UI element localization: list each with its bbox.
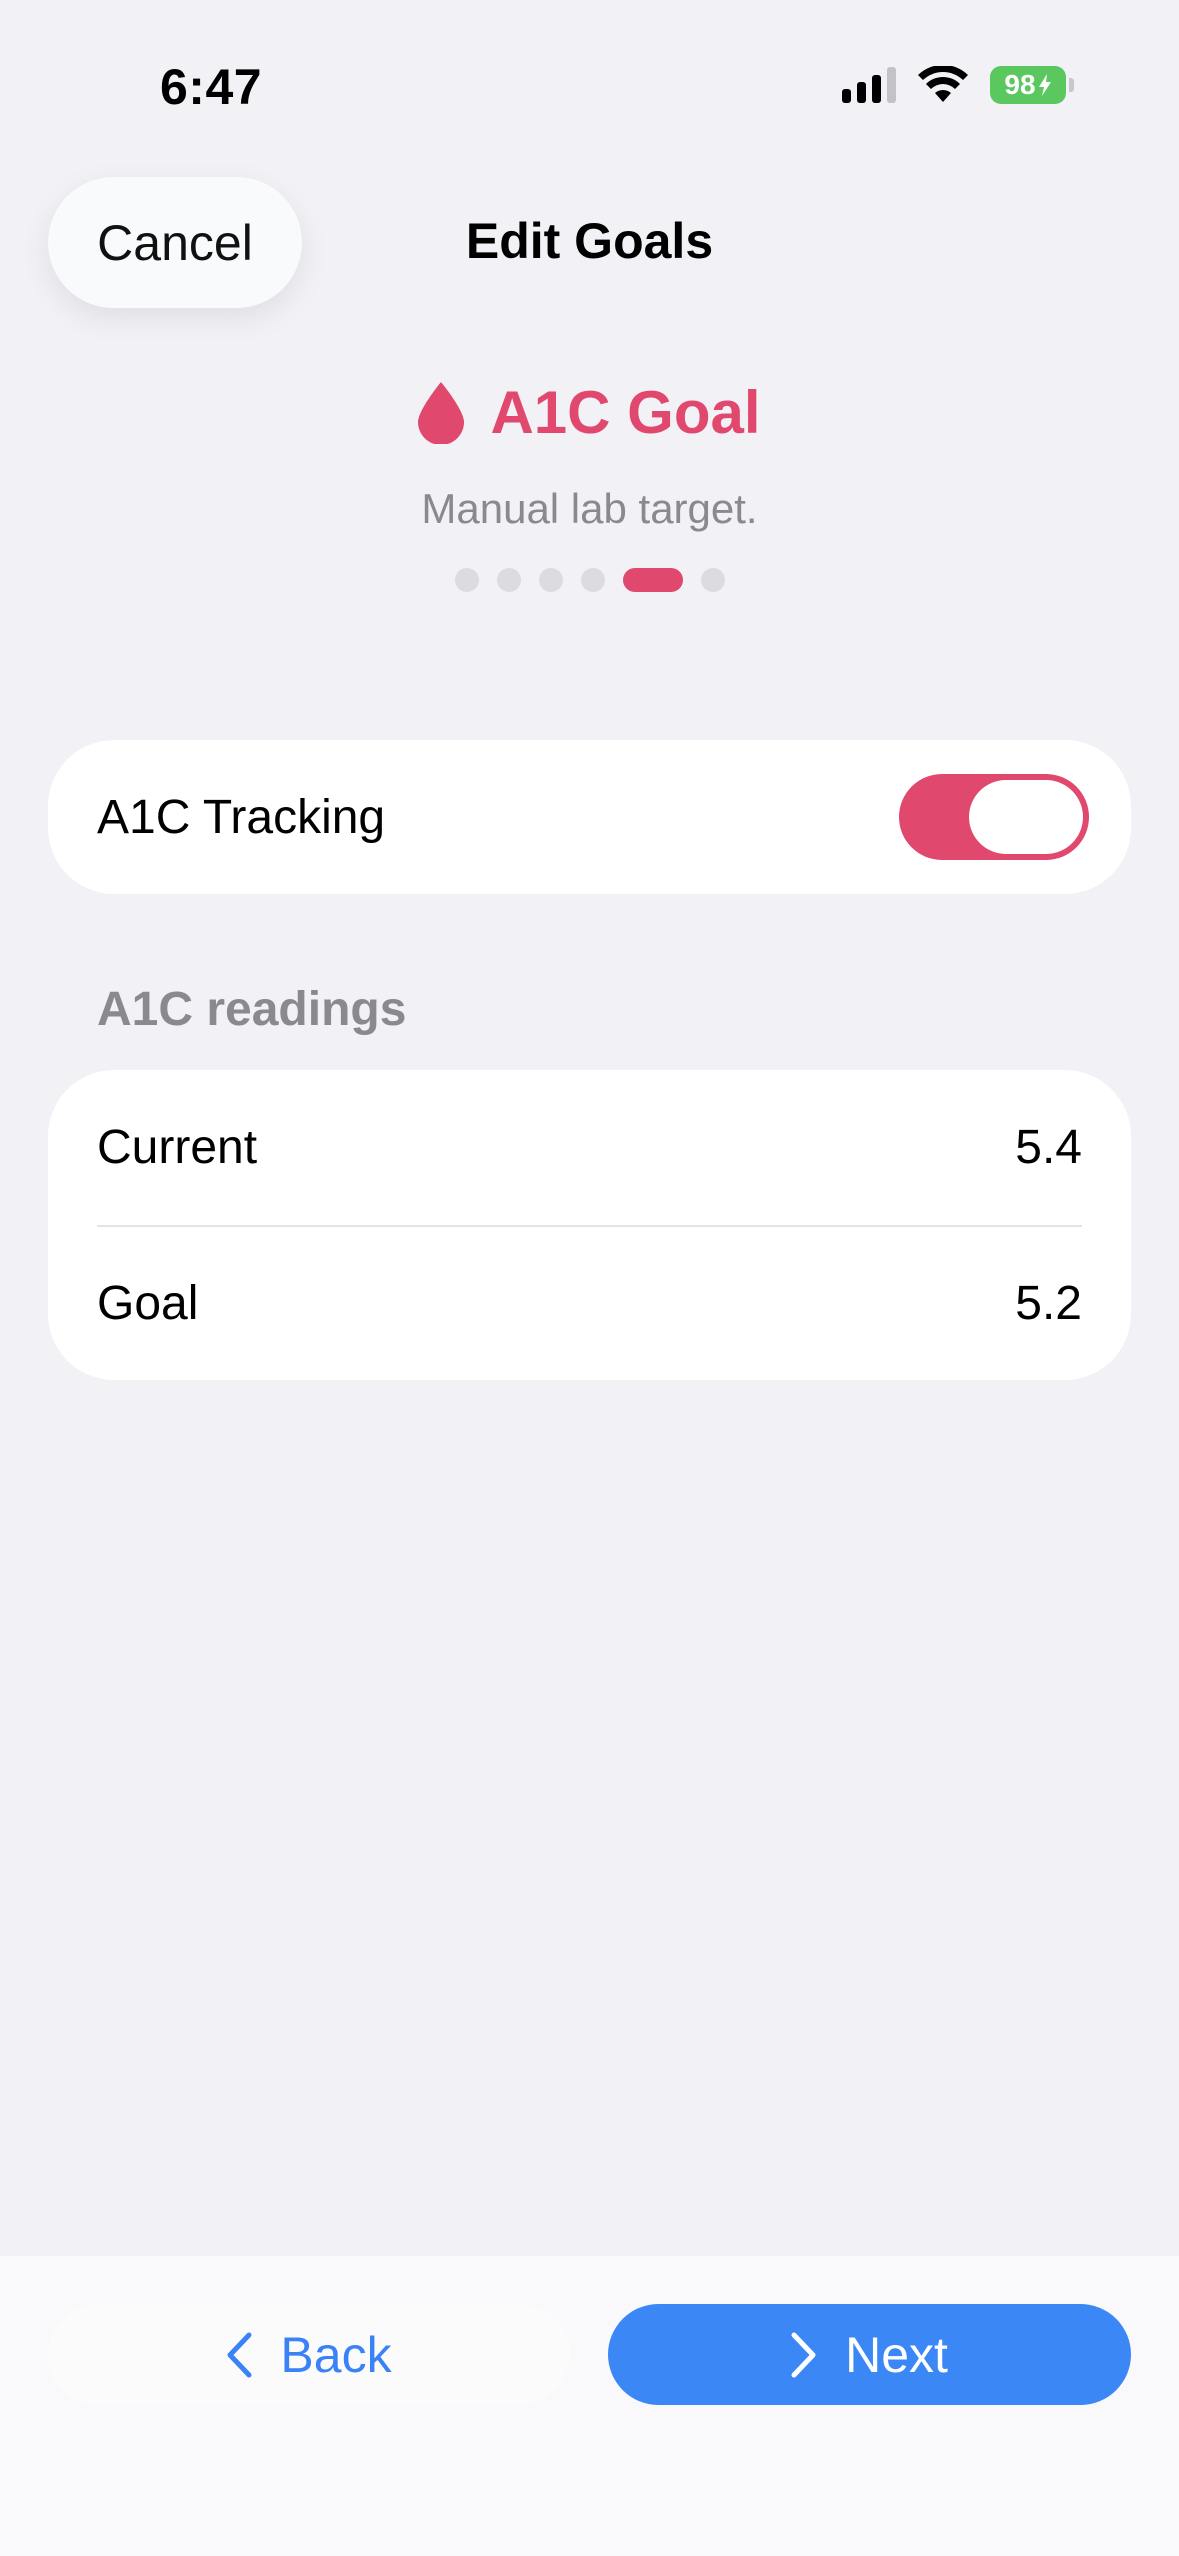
- blood-drop-icon: [418, 381, 465, 444]
- page-dot: [454, 568, 479, 592]
- page-dot: [580, 568, 605, 592]
- reading-row-current[interactable]: Current 5.4: [97, 1070, 1082, 1225]
- tracking-toggle[interactable]: [899, 774, 1089, 860]
- cellular-signal-icon: [842, 67, 896, 103]
- edit-goals-screen: 6:47 98 Cancel Edit Goals A1C Goal Manua…: [0, 0, 1179, 2556]
- page-indicator[interactable]: [0, 568, 1179, 592]
- readings-card: Current 5.4 Goal 5.2: [48, 1070, 1131, 1380]
- page-dot: [700, 568, 725, 592]
- goal-title: A1C Goal: [490, 379, 761, 446]
- bottom-bar: [0, 2256, 1179, 2556]
- reading-row-goal[interactable]: Goal 5.2: [97, 1225, 1082, 1380]
- tracking-card: A1C Tracking: [48, 740, 1131, 894]
- page-dot-active: [622, 568, 683, 592]
- status-icons: 98: [842, 66, 1074, 104]
- next-label: Next: [845, 2326, 948, 2383]
- page-title: Edit Goals: [465, 213, 714, 269]
- reading-label: Goal: [97, 1277, 199, 1330]
- reading-label: Current: [97, 1121, 258, 1174]
- chevron-left-icon: [227, 2332, 252, 2377]
- charging-bolt-icon: [1038, 74, 1051, 96]
- battery-charging-icon: 98: [990, 66, 1066, 104]
- status-time: 6:47: [160, 59, 263, 115]
- next-button[interactable]: Next: [608, 2304, 1131, 2405]
- chevron-right-icon: [791, 2332, 816, 2377]
- reading-value[interactable]: 5.2: [1015, 1276, 1082, 1331]
- wifi-icon: [918, 66, 968, 102]
- readings-section-header: A1C readings: [97, 983, 407, 1036]
- back-button[interactable]: Back: [48, 2304, 570, 2405]
- toggle-knob: [969, 780, 1083, 854]
- reading-value[interactable]: 5.4: [1015, 1120, 1082, 1175]
- battery-level: 98: [1004, 69, 1036, 100]
- back-label: Back: [280, 2326, 392, 2383]
- battery-cap: [1069, 78, 1074, 92]
- page-dot: [496, 568, 521, 592]
- goal-header: A1C Goal: [0, 378, 1179, 447]
- goal-subtitle: Manual lab target.: [421, 485, 758, 532]
- tracking-label: A1C Tracking: [97, 790, 386, 844]
- page-dot: [538, 568, 563, 592]
